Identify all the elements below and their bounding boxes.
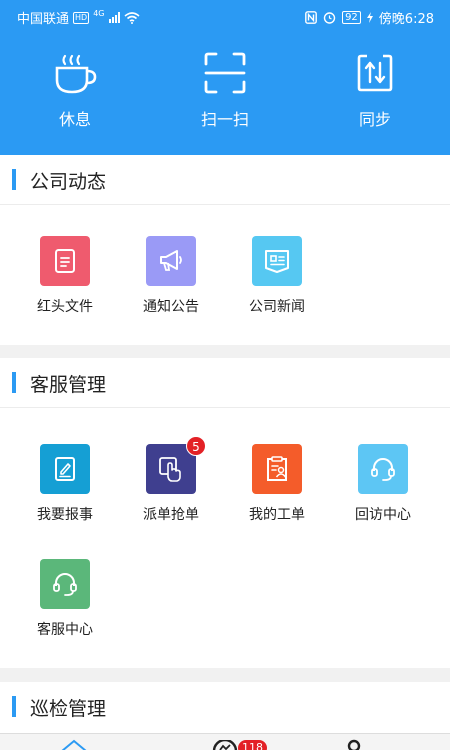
notification-badge: 5	[186, 436, 206, 456]
news-icon	[265, 250, 289, 273]
section-title: 巡检管理	[30, 698, 107, 720]
hand-tap-icon	[159, 457, 181, 482]
tile	[252, 444, 302, 494]
battery-level: 92	[342, 11, 361, 24]
nfc-icon	[305, 11, 317, 24]
grid-item-label: 公司新闻	[249, 299, 305, 315]
document-icon	[55, 249, 75, 273]
section-accent-bar	[12, 169, 16, 190]
section-accent-bar	[12, 372, 16, 393]
bottom-tab-bar: 118	[0, 733, 450, 750]
quick-action-label: 休息	[58, 110, 91, 129]
alarm-icon	[323, 12, 336, 24]
clipboard-user-icon	[267, 456, 287, 481]
status-bar: 中国联通 HD 4G 92 傍晚6:28	[0, 0, 450, 32]
tile: 5	[146, 436, 206, 494]
section-header: 公司动态	[0, 155, 450, 205]
tile	[358, 444, 408, 494]
section-company-news: 公司动态 红头文件 通知公告 公司新闻	[0, 155, 450, 345]
grid-item-follow-up-center[interactable]: 回访中心	[330, 444, 436, 524]
section-inspection: 巡检管理	[0, 682, 450, 733]
quick-action-scan[interactable]: 扫一扫	[175, 52, 275, 130]
user-icon[interactable]	[345, 739, 363, 750]
clock-time: 傍晚6:28	[378, 12, 434, 27]
signal-icon	[108, 12, 120, 23]
tile	[40, 236, 90, 286]
grid-item-notice[interactable]: 通知公告	[118, 236, 224, 316]
grid-item-my-work-order[interactable]: 我的工单	[224, 444, 330, 524]
grid-item-red-header-file[interactable]: 红头文件	[12, 236, 118, 316]
coffee-cup-icon	[55, 54, 97, 94]
section-header: 客服管理	[0, 358, 450, 408]
quick-action-label: 扫一扫	[200, 110, 249, 129]
grid-item-service-center[interactable]: 客服中心	[12, 559, 118, 639]
hd-badge: HD	[73, 11, 90, 24]
section-title: 客服管理	[30, 374, 107, 396]
header: 中国联通 HD 4G 92 傍晚6:28 休息 扫一扫 同步	[0, 0, 450, 155]
home-icon[interactable]	[60, 738, 88, 750]
sync-arrows-icon	[357, 54, 393, 92]
section-title: 公司动态	[30, 171, 107, 193]
tab-notification-badge: 118	[238, 740, 267, 750]
grid-item-company-news[interactable]: 公司新闻	[224, 236, 330, 316]
grid-item-label: 我的工单	[249, 507, 305, 523]
grid-item-label: 我要报事	[37, 507, 93, 523]
quick-action-sync[interactable]: 同步	[325, 52, 425, 130]
grid-item-report-issue[interactable]: 我要报事	[12, 444, 118, 524]
grid-item-dispatch-order[interactable]: 5 派单抢单	[118, 436, 224, 524]
tile	[252, 236, 302, 286]
grid-item-label: 派单抢单	[143, 507, 199, 523]
wifi-icon	[123, 11, 140, 24]
grid-item-label: 回访中心	[355, 507, 411, 523]
quick-action-rest[interactable]: 休息	[25, 52, 125, 130]
carrier-name: 中国联通	[17, 12, 70, 27]
section-accent-bar	[12, 696, 16, 717]
grid-item-label: 客服中心	[37, 622, 93, 638]
megaphone-icon	[160, 250, 182, 271]
headset-icon	[371, 458, 395, 481]
message-icon[interactable]	[212, 740, 238, 750]
grid-item-label: 红头文件	[37, 299, 93, 315]
headset-icon	[53, 573, 77, 596]
network-type: 4G	[93, 9, 105, 18]
grid-item-label: 通知公告	[143, 299, 199, 315]
tile	[40, 444, 90, 494]
quick-action-label: 同步	[358, 110, 391, 129]
report-edit-icon	[55, 457, 75, 481]
tile	[146, 236, 196, 286]
tile	[40, 559, 90, 609]
section-header: 巡检管理	[0, 682, 450, 732]
charging-icon	[366, 12, 373, 23]
scan-frame-icon	[204, 52, 246, 94]
section-customer-service: 客服管理 我要报事 5 派单抢单 我的工单 回访中心 客服中心	[0, 358, 450, 668]
